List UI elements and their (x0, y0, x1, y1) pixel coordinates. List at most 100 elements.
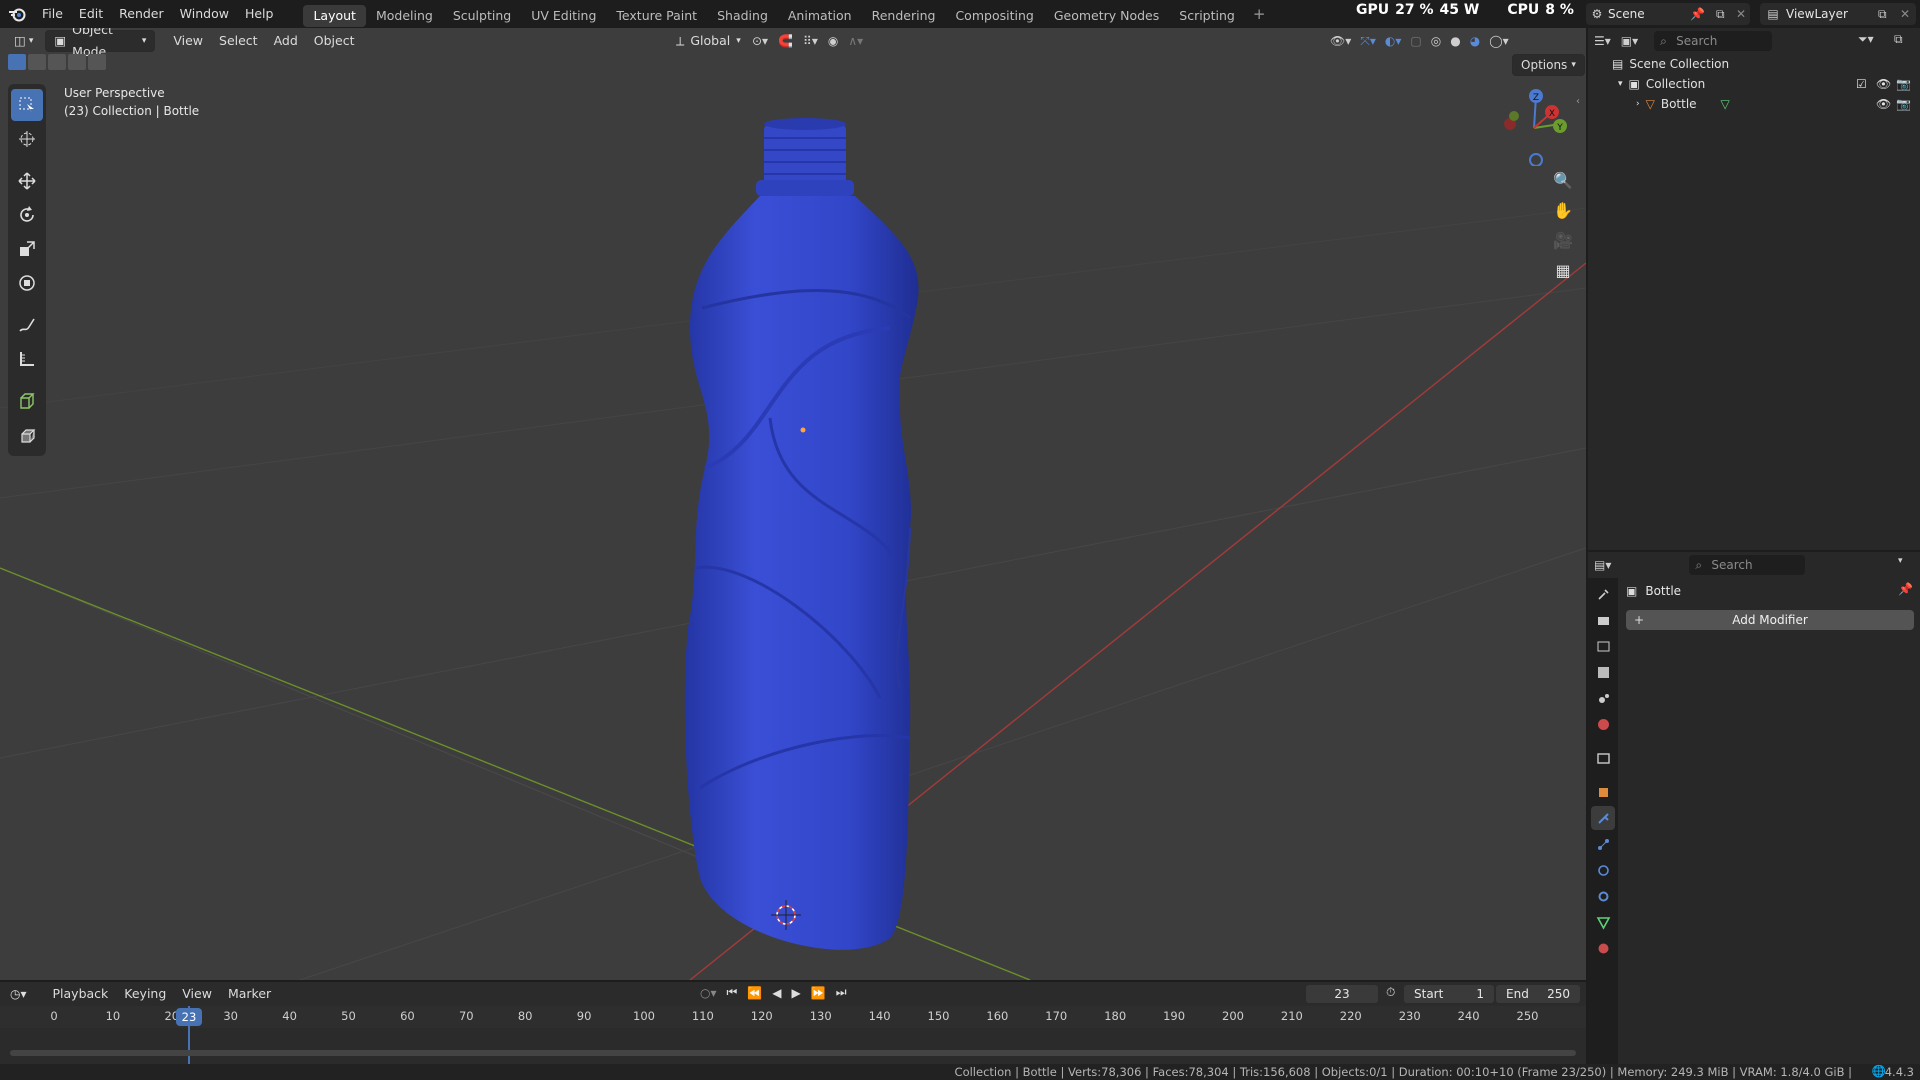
display-mode-icon[interactable]: ▣▾ (1621, 34, 1638, 48)
outliner-row-bottle[interactable]: › ▽ Bottle ▽ 👁 📷 (1588, 94, 1920, 114)
tab-animation[interactable]: Animation (778, 5, 862, 27)
visibility-eye-icon[interactable]: 👁 (1876, 94, 1891, 114)
viewport-menu-add[interactable]: Add (266, 30, 306, 52)
timeline-scrollbar[interactable] (10, 1050, 1576, 1056)
menu-edit[interactable]: Edit (71, 0, 111, 28)
select-subtract-icon[interactable] (48, 54, 66, 70)
jump-keyframe-back-icon[interactable]: ⏪ (747, 986, 762, 1000)
menu-window[interactable]: Window (172, 0, 237, 28)
timeline-menu-marker[interactable]: Marker (220, 983, 279, 1005)
pan-hand-icon[interactable]: ✋ (1548, 196, 1578, 226)
pin-icon[interactable]: 📌 (1690, 7, 1705, 21)
zoom-icon[interactable]: 🔍 (1548, 166, 1578, 196)
add-cube-tool[interactable] (11, 385, 43, 417)
tab-scripting[interactable]: Scripting (1169, 5, 1245, 27)
3d-viewport[interactable]: ◫ ▾ ▣ Object Mode ▾ View Select Add Object ⟂… (0, 28, 1586, 980)
viewport-menu-object[interactable]: Object (306, 30, 363, 52)
snap-icon[interactable]: 🧲 (778, 34, 793, 48)
close-scene-icon[interactable]: ✕ (1736, 7, 1746, 21)
bottle-mesh[interactable] (660, 88, 960, 968)
viewport-menu-view[interactable]: View (165, 30, 211, 52)
data-tab-icon[interactable] (1591, 910, 1615, 934)
select-intersect-icon[interactable] (88, 54, 106, 70)
tab-rendering[interactable]: Rendering (862, 5, 946, 27)
start-frame-field[interactable]: Start 1 (1404, 985, 1494, 1003)
rotate-tool[interactable] (11, 199, 43, 231)
outliner-row-collection[interactable]: ▾ ▣ Collection ☑ 👁 📷 (1588, 74, 1920, 94)
menu-help[interactable]: Help (237, 0, 282, 28)
modifier-tab-icon[interactable] (1591, 806, 1615, 830)
snap-target-icon[interactable]: ⠿▾ (803, 34, 818, 48)
timeline-menu-view[interactable]: View (174, 983, 220, 1005)
xray-icon[interactable]: ▢ (1410, 34, 1421, 48)
pin-icon[interactable]: 📌 (1898, 582, 1913, 596)
annotate-tool[interactable] (11, 309, 43, 341)
tab-compositing[interactable]: Compositing (945, 5, 1043, 27)
camera-view-icon[interactable]: 🎥 (1548, 226, 1578, 256)
options-dropdown[interactable]: Options ▾ (1512, 54, 1585, 76)
mode-dropdown[interactable]: ▣ Object Mode ▾ (45, 28, 156, 59)
collection-tab-icon[interactable] (1591, 746, 1615, 770)
auto-keying-icon[interactable]: ○▾ (700, 986, 717, 1000)
constraints-tab-icon[interactable] (1591, 884, 1615, 908)
jump-start-icon[interactable]: ⏮ (727, 985, 738, 1000)
select-box-tool[interactable] (11, 89, 43, 121)
outliner-editor-icon[interactable]: ☰▾ (1594, 34, 1611, 48)
current-frame-field[interactable]: 23 (1306, 985, 1378, 1003)
select-invert-icon[interactable] (68, 54, 86, 70)
expand-chevron-icon[interactable]: › (1636, 94, 1640, 114)
chevron-down-icon[interactable]: ▾ (1898, 556, 1903, 566)
select-extend-icon[interactable] (28, 54, 46, 70)
scene-selector[interactable]: ⚙ Scene 📌 ⧉ ✕ (1586, 3, 1750, 25)
pivot-icon[interactable]: ⊙▾ (752, 34, 768, 48)
play-icon[interactable]: ▶ (792, 986, 801, 1000)
select-new-icon[interactable] (8, 54, 26, 70)
material-shading-icon[interactable]: ◕ (1470, 34, 1480, 48)
tab-uv-editing[interactable]: UV Editing (521, 5, 606, 27)
add-workspace-button[interactable]: + (1245, 0, 1274, 28)
gizmo-icon[interactable]: ⤧▾ (1360, 34, 1376, 49)
visibility-icon[interactable]: 👁▾ (1330, 34, 1351, 48)
editor-type-button[interactable]: ◫ ▾ (6, 30, 41, 52)
perspective-grid-icon[interactable]: ▦ (1548, 256, 1578, 286)
wireframe-shading-icon[interactable]: ◎ (1431, 34, 1441, 48)
filter-icon[interactable]: ⏷▾ (1858, 32, 1874, 47)
outliner-search-input[interactable]: ⌕ Search (1654, 31, 1773, 51)
physics-tab-icon[interactable] (1591, 858, 1615, 882)
viewport-menu-select[interactable]: Select (211, 30, 266, 52)
add-modifier-button[interactable]: + Add Modifier (1626, 610, 1914, 630)
new-view-layer-icon[interactable]: ⧉ (1878, 7, 1887, 22)
scale-tool[interactable] (11, 233, 43, 265)
rendered-shading-icon[interactable]: ◯▾ (1489, 34, 1508, 48)
properties-editor-icon[interactable]: ▤▾ (1594, 558, 1611, 572)
tab-sculpting[interactable]: Sculpting (443, 5, 521, 27)
transform-tool[interactable] (11, 267, 43, 299)
timeline-menu-keying[interactable]: Keying (116, 983, 174, 1005)
transform-orientation-dropdown[interactable]: ⟂ Global ▾ (668, 30, 749, 52)
end-frame-field[interactable]: End 250 (1496, 985, 1580, 1003)
timeline-menu-playback[interactable]: Playback (45, 983, 117, 1005)
extrude-tool[interactable] (11, 419, 43, 451)
blender-logo-icon[interactable] (0, 0, 34, 28)
tab-geometry-nodes[interactable]: Geometry Nodes (1044, 5, 1169, 27)
clock-editor-icon[interactable]: ◷▾ (10, 987, 27, 1001)
stopwatch-icon[interactable]: ⏱ (1386, 985, 1395, 1000)
mesh-data-icon[interactable]: ▽ (1721, 94, 1730, 114)
sidebar-toggle-icon[interactable]: ‹ (1576, 96, 1580, 107)
tab-layout[interactable]: Layout (303, 4, 366, 27)
view-layer-selector[interactable]: ▤ ViewLayer ⧉ ✕ (1760, 3, 1916, 25)
particles-tab-icon[interactable] (1591, 832, 1615, 856)
render-tab-icon[interactable] (1591, 608, 1615, 632)
tool-tab-icon[interactable] (1591, 582, 1615, 606)
scene-tab-icon[interactable] (1591, 686, 1615, 710)
output-tab-icon[interactable] (1591, 634, 1615, 658)
material-tab-icon[interactable] (1591, 936, 1615, 960)
render-camera-icon[interactable]: 📷 (1896, 94, 1911, 114)
tab-shading[interactable]: Shading (707, 5, 778, 27)
solid-shading-icon[interactable]: ● (1450, 34, 1460, 48)
tab-texture-paint[interactable]: Texture Paint (606, 5, 707, 27)
menu-render[interactable]: Render (111, 0, 172, 28)
new-scene-icon[interactable]: ⧉ (1716, 7, 1725, 22)
visibility-eye-icon[interactable]: 👁 (1876, 74, 1891, 94)
tab-modeling[interactable]: Modeling (366, 5, 443, 27)
